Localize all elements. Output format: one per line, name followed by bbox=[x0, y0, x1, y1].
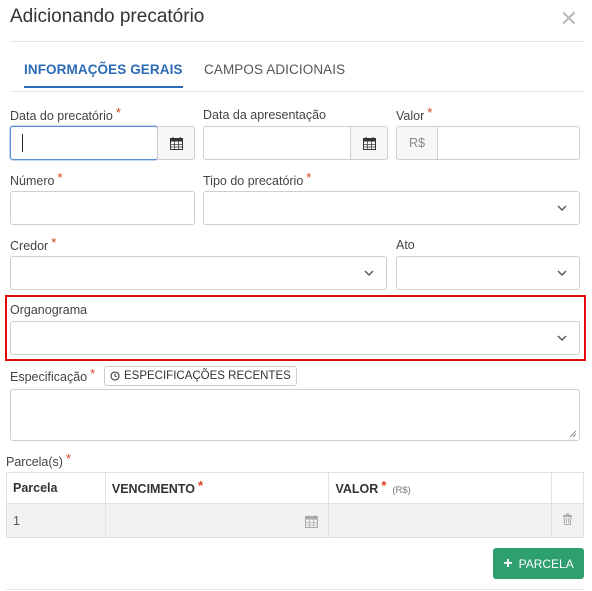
footer-divider bbox=[6, 589, 584, 590]
data-apresentacao-label: Data da apresentação bbox=[203, 108, 327, 122]
especificacao-textarea[interactable] bbox=[10, 389, 580, 441]
calendar-icon bbox=[305, 515, 319, 528]
credor-select[interactable] bbox=[10, 256, 387, 290]
ato-select[interactable] bbox=[396, 256, 580, 290]
valor-label: Valor * bbox=[396, 105, 433, 123]
parcelas-label: Parcela(s) * bbox=[6, 451, 72, 469]
tab-informacoes-gerais[interactable]: INFORMAÇÕES GERAIS bbox=[24, 62, 183, 88]
delete-cell bbox=[550, 503, 585, 538]
close-icon[interactable]: ✕ bbox=[560, 8, 578, 30]
trash-icon[interactable] bbox=[562, 513, 573, 525]
tabs-divider bbox=[10, 91, 584, 92]
organograma-label: Organograma bbox=[10, 303, 88, 317]
chevron-down-icon bbox=[557, 270, 567, 276]
parcelas-table: Parcela VENCIMENTO * VALOR * (R$) 1 bbox=[6, 472, 585, 538]
parcela-number-cell: 1 bbox=[6, 503, 106, 538]
chevron-down-icon bbox=[364, 270, 374, 276]
data-precatorio-input[interactable] bbox=[10, 126, 158, 160]
especificacoes-recentes-button[interactable]: ESPECIFICAÇÕES RECENTES bbox=[104, 366, 297, 386]
tipo-precatorio-label: Tipo do precatório * bbox=[203, 170, 312, 188]
numero-label: Número * bbox=[10, 170, 63, 188]
calendar-icon bbox=[169, 136, 183, 150]
col-vencimento-header: VENCIMENTO * bbox=[104, 472, 330, 504]
valor-cell bbox=[328, 503, 552, 538]
organograma-select[interactable] bbox=[10, 321, 580, 355]
data-precatorio-calendar-button[interactable] bbox=[157, 126, 195, 160]
dialog-title: Adicionando precatório bbox=[10, 6, 205, 27]
tipo-precatorio-select[interactable] bbox=[203, 191, 580, 225]
data-precatorio-label: Data do precatório * bbox=[10, 105, 121, 123]
chevron-down-icon bbox=[557, 335, 567, 341]
table-header-row: Parcela VENCIMENTO * VALOR * (R$) bbox=[6, 472, 585, 504]
plus-icon: + bbox=[503, 554, 513, 572]
credor-label: Credor * bbox=[10, 235, 57, 253]
data-apresentacao-input[interactable] bbox=[203, 126, 351, 160]
vencimento-cell bbox=[104, 503, 330, 538]
tab-campos-adicionais[interactable]: CAMPOS ADICIONAIS bbox=[204, 62, 345, 86]
valor-input[interactable] bbox=[437, 126, 580, 160]
add-parcela-button[interactable]: + PARCELA bbox=[493, 548, 584, 579]
text-cursor bbox=[22, 134, 23, 152]
ato-label: Ato bbox=[396, 238, 415, 252]
numero-input[interactable] bbox=[10, 191, 195, 225]
chevron-down-icon bbox=[557, 205, 567, 211]
col-valor-header: VALOR * (R$) bbox=[328, 472, 552, 504]
col-actions-header bbox=[550, 472, 585, 504]
especificacao-label: Especificação * bbox=[10, 366, 96, 384]
table-row: 1 bbox=[6, 503, 585, 538]
data-apresentacao-calendar-button[interactable] bbox=[350, 126, 388, 160]
calendar-icon bbox=[362, 136, 376, 150]
col-parcela-header: Parcela bbox=[6, 472, 106, 504]
header-divider bbox=[10, 41, 584, 42]
resize-handle-icon[interactable] bbox=[569, 430, 577, 438]
clock-icon bbox=[110, 371, 120, 381]
currency-addon: R$ bbox=[396, 126, 438, 160]
